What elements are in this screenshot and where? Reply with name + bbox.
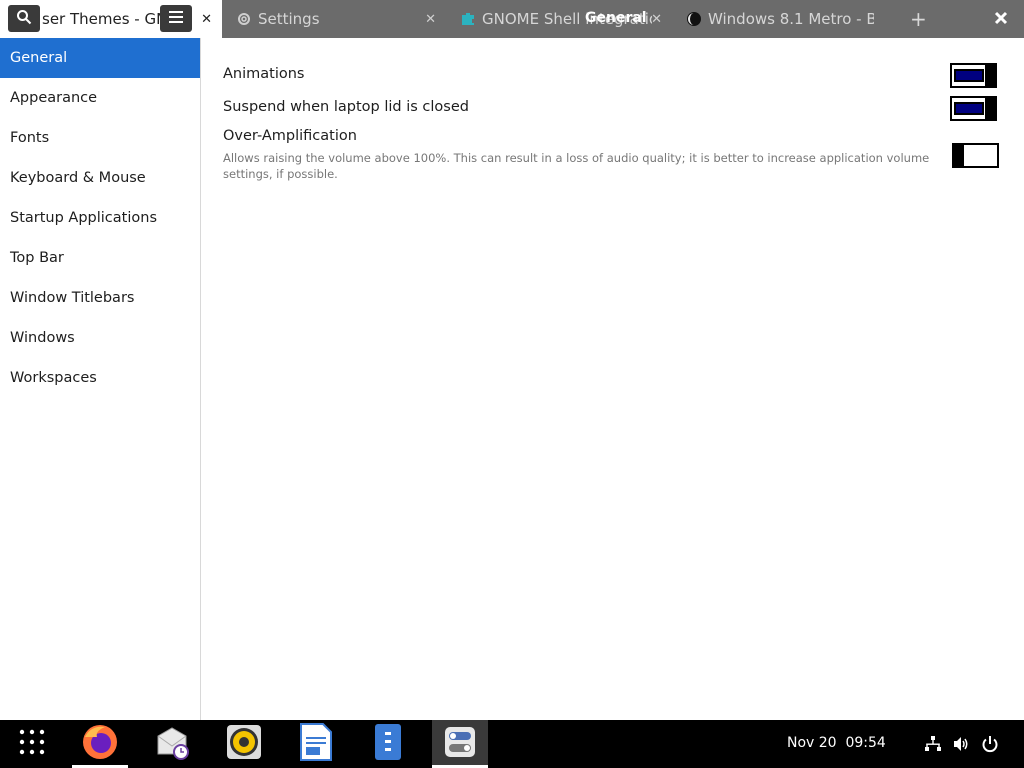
headerbar: ser Themes - GNO ✕ Settings ✕ GNOME Shel… [0,0,1024,38]
close-icon[interactable]: ✕ [425,12,436,27]
tab-label: ser Themes - GNO [42,10,180,28]
sidebar-item-windows[interactable]: Windows [0,318,200,358]
sidebar-item-top-bar[interactable]: Top Bar [0,238,200,278]
animations-label: Animations [223,66,305,82]
sidebar-item-appearance[interactable]: Appearance [0,78,200,118]
tab-label: Windows 8.1 Metro - BOO [708,10,874,28]
network-icon[interactable] [923,734,943,754]
browser-tab-gnome-shell[interactable]: GNOME Shell integration ✕ [448,0,668,38]
dock-firefox[interactable] [72,720,128,768]
volume-icon[interactable] [951,734,971,754]
menu-button[interactable] [160,5,192,32]
sidebar-item-general[interactable]: General [0,38,200,78]
new-tab-button[interactable]: + [910,9,927,29]
search-icon [16,9,32,29]
firefox-icon [81,723,119,765]
sidebar-item-window-titlebars[interactable]: Window Titlebars [0,278,200,318]
dock-rhythmbox[interactable] [216,720,272,768]
switch-fill [954,102,984,115]
window-close-button[interactable] [990,8,1012,30]
close-icon[interactable]: ✕ [651,12,662,27]
sidebar-item-keyboard-mouse[interactable]: Keyboard & Mouse [0,158,200,198]
sidebar-item-workspaces[interactable]: Workspaces [0,358,200,398]
evolution-icon [154,724,190,764]
switch-knob [985,63,997,88]
dock-tweaks[interactable] [432,720,488,768]
sidebar: General Appearance Fonts Keyboard & Mous… [0,38,201,720]
over-amplification-label: Over-Amplification [223,128,357,144]
rhythmbox-icon [225,723,263,765]
hamburger-icon [168,9,184,28]
power-icon[interactable] [980,734,1000,754]
search-button[interactable] [8,5,40,32]
over-amplification-switch[interactable] [952,143,999,168]
dock-evolution[interactable] [144,720,200,768]
close-icon[interactable]: ✕ [201,12,212,27]
switch-fill [954,69,984,82]
over-amplification-description: Allows raising the volume above 100%. Th… [223,151,930,181]
puzzle-icon [460,11,476,27]
moon-icon [686,11,702,27]
taskbar: Nov 20 09:54 [0,720,1024,768]
general-settings-panel: Animations Suspend when laptop lid is cl… [201,38,1024,720]
browser-tab-windows-metro[interactable]: Windows 8.1 Metro - BOO [674,0,894,38]
app-grid-icon [19,729,45,759]
sidebar-item-startup-applications[interactable]: Startup Applications [0,198,200,238]
gear-icon [236,11,252,27]
libreoffice-writer-icon [299,722,333,766]
sidebar-item-fonts[interactable]: Fonts [0,118,200,158]
tweaks-icon [443,725,477,763]
dock-libreoffice-writer[interactable] [288,720,344,768]
app-grid-button[interactable] [4,720,60,768]
tab-label: Settings [258,10,320,28]
switch-knob [985,96,997,121]
clock[interactable]: Nov 20 09:54 [787,735,886,751]
dock-file-manager[interactable] [360,720,416,768]
suspend-label: Suspend when laptop lid is closed [223,99,469,115]
tab-label: GNOME Shell integration [482,10,652,28]
file-manager-icon [373,722,403,766]
browser-tab-settings[interactable]: Settings ✕ [224,0,442,38]
animations-switch[interactable] [950,63,997,88]
switch-knob [952,143,964,168]
suspend-lid-switch[interactable] [950,96,997,121]
close-icon [994,10,1008,29]
